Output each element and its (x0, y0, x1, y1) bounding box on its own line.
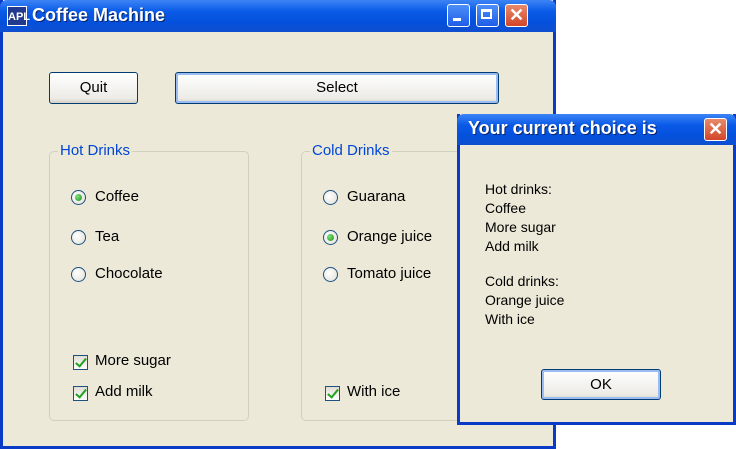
select-button[interactable]: Select (175, 72, 499, 104)
window-title: Coffee Machine (32, 5, 166, 25)
radio-tea[interactable] (71, 230, 86, 245)
message-line: More sugar (485, 219, 556, 235)
radio-orange-juice-label[interactable]: Orange juice (347, 228, 432, 245)
radio-guarana-label[interactable]: Guarana (347, 188, 405, 205)
hot-drinks-legend: Hot Drinks (58, 142, 133, 159)
quit-button[interactable]: Quit (49, 72, 138, 104)
ok-button[interactable]: OK (541, 369, 661, 400)
message-line: Add milk (485, 238, 539, 254)
radio-coffee-label[interactable]: Coffee (95, 188, 139, 205)
radio-tomato-juice[interactable] (323, 267, 338, 282)
checkbox-add-milk[interactable] (73, 386, 88, 401)
checkbox-with-ice[interactable] (325, 386, 340, 401)
radio-guarana[interactable] (323, 190, 338, 205)
minimize-button[interactable] (447, 4, 470, 27)
radio-chocolate[interactable] (71, 267, 86, 282)
checkbox-more-sugar-label[interactable]: More sugar (95, 352, 171, 369)
cold-drinks-legend: Cold Drinks (310, 142, 392, 159)
radio-tomato-juice-label[interactable]: Tomato juice (347, 265, 431, 282)
dialog-title: Your current choice is (468, 118, 657, 138)
message-line: Orange juice (485, 292, 565, 308)
radio-chocolate-label[interactable]: Chocolate (95, 265, 163, 282)
dialog-close-button[interactable]: ✕ (704, 118, 727, 141)
radio-coffee[interactable] (71, 190, 86, 205)
checkbox-add-milk-label[interactable]: Add milk (95, 383, 153, 400)
checkbox-with-ice-label[interactable]: With ice (347, 383, 400, 400)
close-icon: ✕ (707, 119, 724, 139)
message-line: Coffee (485, 200, 526, 216)
close-icon: ✕ (508, 5, 525, 25)
message-line: Hot drinks: (485, 181, 552, 197)
dialog-message: Hot drinks: Coffee More sugar Add milk C… (485, 180, 564, 329)
radio-tea-label[interactable]: Tea (95, 228, 119, 245)
maximize-button[interactable] (476, 4, 499, 27)
checkbox-more-sugar[interactable] (73, 355, 88, 370)
message-line: With ice (485, 311, 535, 327)
app-icon[interactable]: APL (7, 6, 30, 26)
radio-orange-juice[interactable] (323, 230, 338, 245)
close-button[interactable]: ✕ (505, 4, 528, 27)
message-line: Cold drinks: (485, 273, 559, 289)
message-line (485, 256, 564, 272)
